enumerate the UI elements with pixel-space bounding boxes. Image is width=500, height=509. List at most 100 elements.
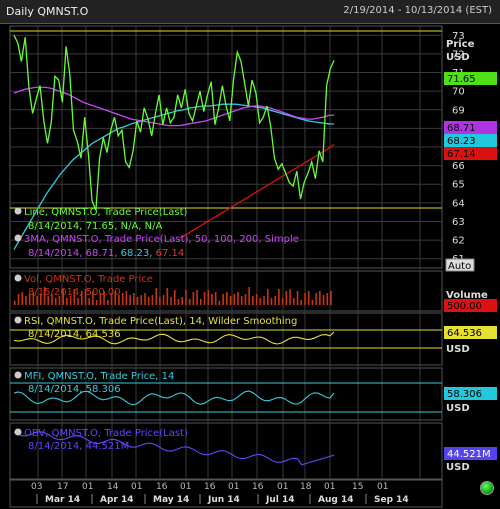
volume-bar bbox=[159, 297, 161, 305]
volume-bar bbox=[270, 298, 273, 305]
connection-status-icon bbox=[480, 481, 494, 495]
date-tick-label: 16 bbox=[252, 482, 264, 492]
volume-bar bbox=[25, 296, 27, 305]
chart-area[interactable]: Price USD 73727170696867666564636261 71.… bbox=[0, 24, 500, 509]
badge-ma100: 68.23 bbox=[447, 136, 476, 147]
legend-mfi: MFI, QMNST.O, Trade Price, 14 bbox=[24, 371, 174, 382]
volume-bar bbox=[151, 295, 154, 305]
volume-bar bbox=[136, 297, 139, 305]
volume-bar bbox=[244, 294, 247, 305]
date-range: 2/19/2014 - 10/13/2014 (EST) bbox=[343, 5, 492, 16]
volume-bar bbox=[140, 295, 143, 305]
volume-bar bbox=[88, 298, 90, 305]
volume-bar bbox=[266, 289, 269, 305]
price-tick-label: 70 bbox=[452, 87, 465, 98]
mfi-unit: USD bbox=[446, 403, 470, 414]
legend-rsi-values: 8/14/2014, 64.536 bbox=[28, 329, 121, 340]
volume-bar bbox=[285, 291, 288, 305]
month-label: Jul 14 bbox=[265, 495, 295, 505]
badge-mfi: 58.306 bbox=[447, 389, 482, 400]
badge-ma50: 68.71 bbox=[447, 123, 476, 134]
volume-bar bbox=[326, 293, 329, 305]
legend-toggle-icon[interactable] bbox=[14, 371, 22, 379]
volume-bar bbox=[330, 291, 332, 305]
volume-bar bbox=[259, 298, 262, 305]
date-tick-label: 01 bbox=[228, 482, 239, 492]
volume-bar bbox=[237, 292, 239, 305]
legend-toggle-icon[interactable] bbox=[14, 316, 22, 324]
month-label: Jun 14 bbox=[207, 495, 240, 505]
date-tick-label: 01 bbox=[82, 482, 93, 492]
price-tick-label: 73 bbox=[452, 31, 465, 42]
volume-bar bbox=[196, 290, 198, 305]
month-label: Aug 14 bbox=[318, 495, 353, 505]
volume-bar bbox=[278, 289, 280, 305]
volume-bar bbox=[307, 291, 310, 305]
volume-bar bbox=[226, 292, 228, 305]
volume-bar bbox=[218, 301, 221, 305]
volume-bar bbox=[240, 296, 243, 305]
volume-bar bbox=[166, 288, 169, 305]
date-tick-label: 14 bbox=[107, 482, 119, 492]
volume-bar bbox=[21, 292, 24, 305]
legend-obv: OBV, QMNST.O, Trade Price(Last) bbox=[24, 428, 188, 439]
volume-bar bbox=[304, 293, 306, 305]
month-label: May 14 bbox=[153, 495, 189, 505]
volume-bar bbox=[147, 297, 150, 305]
volume-bar bbox=[125, 291, 128, 305]
volume-bar bbox=[289, 289, 291, 305]
volume-bar bbox=[319, 291, 321, 305]
volume-bar bbox=[214, 292, 217, 305]
date-tick-label: 03 bbox=[31, 482, 42, 492]
volume-bar bbox=[263, 296, 265, 305]
legend-toggle-icon[interactable] bbox=[14, 428, 22, 436]
rsi-unit: USD bbox=[446, 344, 470, 355]
legend-volume: Vol, QMNST.O, Trade Price bbox=[24, 274, 153, 285]
volume-bar bbox=[192, 292, 195, 305]
volume-bar bbox=[274, 296, 276, 305]
volume-bar bbox=[200, 299, 202, 305]
legend-volume-values: 8/15/2014, 500.00 bbox=[28, 287, 121, 298]
volume-bar bbox=[296, 291, 299, 305]
date-tick-label: 01 bbox=[131, 482, 142, 492]
month-label: Apr 14 bbox=[100, 495, 134, 505]
volume-bar bbox=[255, 294, 258, 305]
volume-bar bbox=[173, 290, 176, 305]
volume-bar bbox=[66, 298, 68, 305]
legend-price-values: 8/14/2014, 71.65, N/A, N/A bbox=[28, 221, 163, 232]
auto-button-label[interactable]: Auto bbox=[448, 261, 471, 272]
month-label: Sep 14 bbox=[374, 495, 409, 505]
chart-window: Daily QMNST.O 2/19/2014 - 10/13/2014 (ES… bbox=[0, 0, 500, 509]
volume-bar bbox=[300, 300, 303, 305]
volume-bar bbox=[17, 294, 20, 305]
legend-price-line: Line, QMNST.O, Trade Price(Last) bbox=[24, 207, 188, 218]
date-tick-label: 15 bbox=[352, 482, 363, 492]
price-tick-label: 63 bbox=[452, 217, 465, 228]
badge-last: 71.65 bbox=[447, 74, 476, 85]
volume-bar bbox=[77, 298, 79, 305]
date-tick-label: 16 bbox=[156, 482, 168, 492]
volume-bar bbox=[233, 294, 236, 305]
volume-bar bbox=[252, 296, 254, 305]
date-tick-label: 01 bbox=[324, 482, 335, 492]
legend-toggle-icon[interactable] bbox=[14, 207, 22, 215]
volume-bar bbox=[129, 295, 131, 305]
legend-toggle-icon[interactable] bbox=[14, 274, 22, 282]
price-tick-label: 64 bbox=[452, 198, 465, 209]
price-tick-label: 66 bbox=[452, 161, 465, 172]
legend-mfi-values: 8/14/2014, 58.306 bbox=[28, 384, 121, 395]
badge-ma200: 67.14 bbox=[447, 149, 476, 160]
volume-bar bbox=[203, 292, 206, 305]
price-tick-label: 62 bbox=[452, 236, 465, 247]
date-tick-label: 16 bbox=[204, 482, 216, 492]
volume-bar bbox=[188, 299, 191, 305]
legend-obv-values: 8/14/2014, 44.521M bbox=[28, 441, 129, 452]
volume-bar bbox=[133, 293, 135, 305]
legend-toggle-icon[interactable] bbox=[14, 234, 22, 242]
volume-bar bbox=[177, 299, 180, 305]
volume-bar bbox=[185, 290, 187, 305]
volume-bar bbox=[248, 287, 250, 305]
date-tick-label: 01 bbox=[277, 482, 288, 492]
price-tick-label: 72 bbox=[452, 49, 465, 60]
volume-bar bbox=[95, 300, 98, 305]
